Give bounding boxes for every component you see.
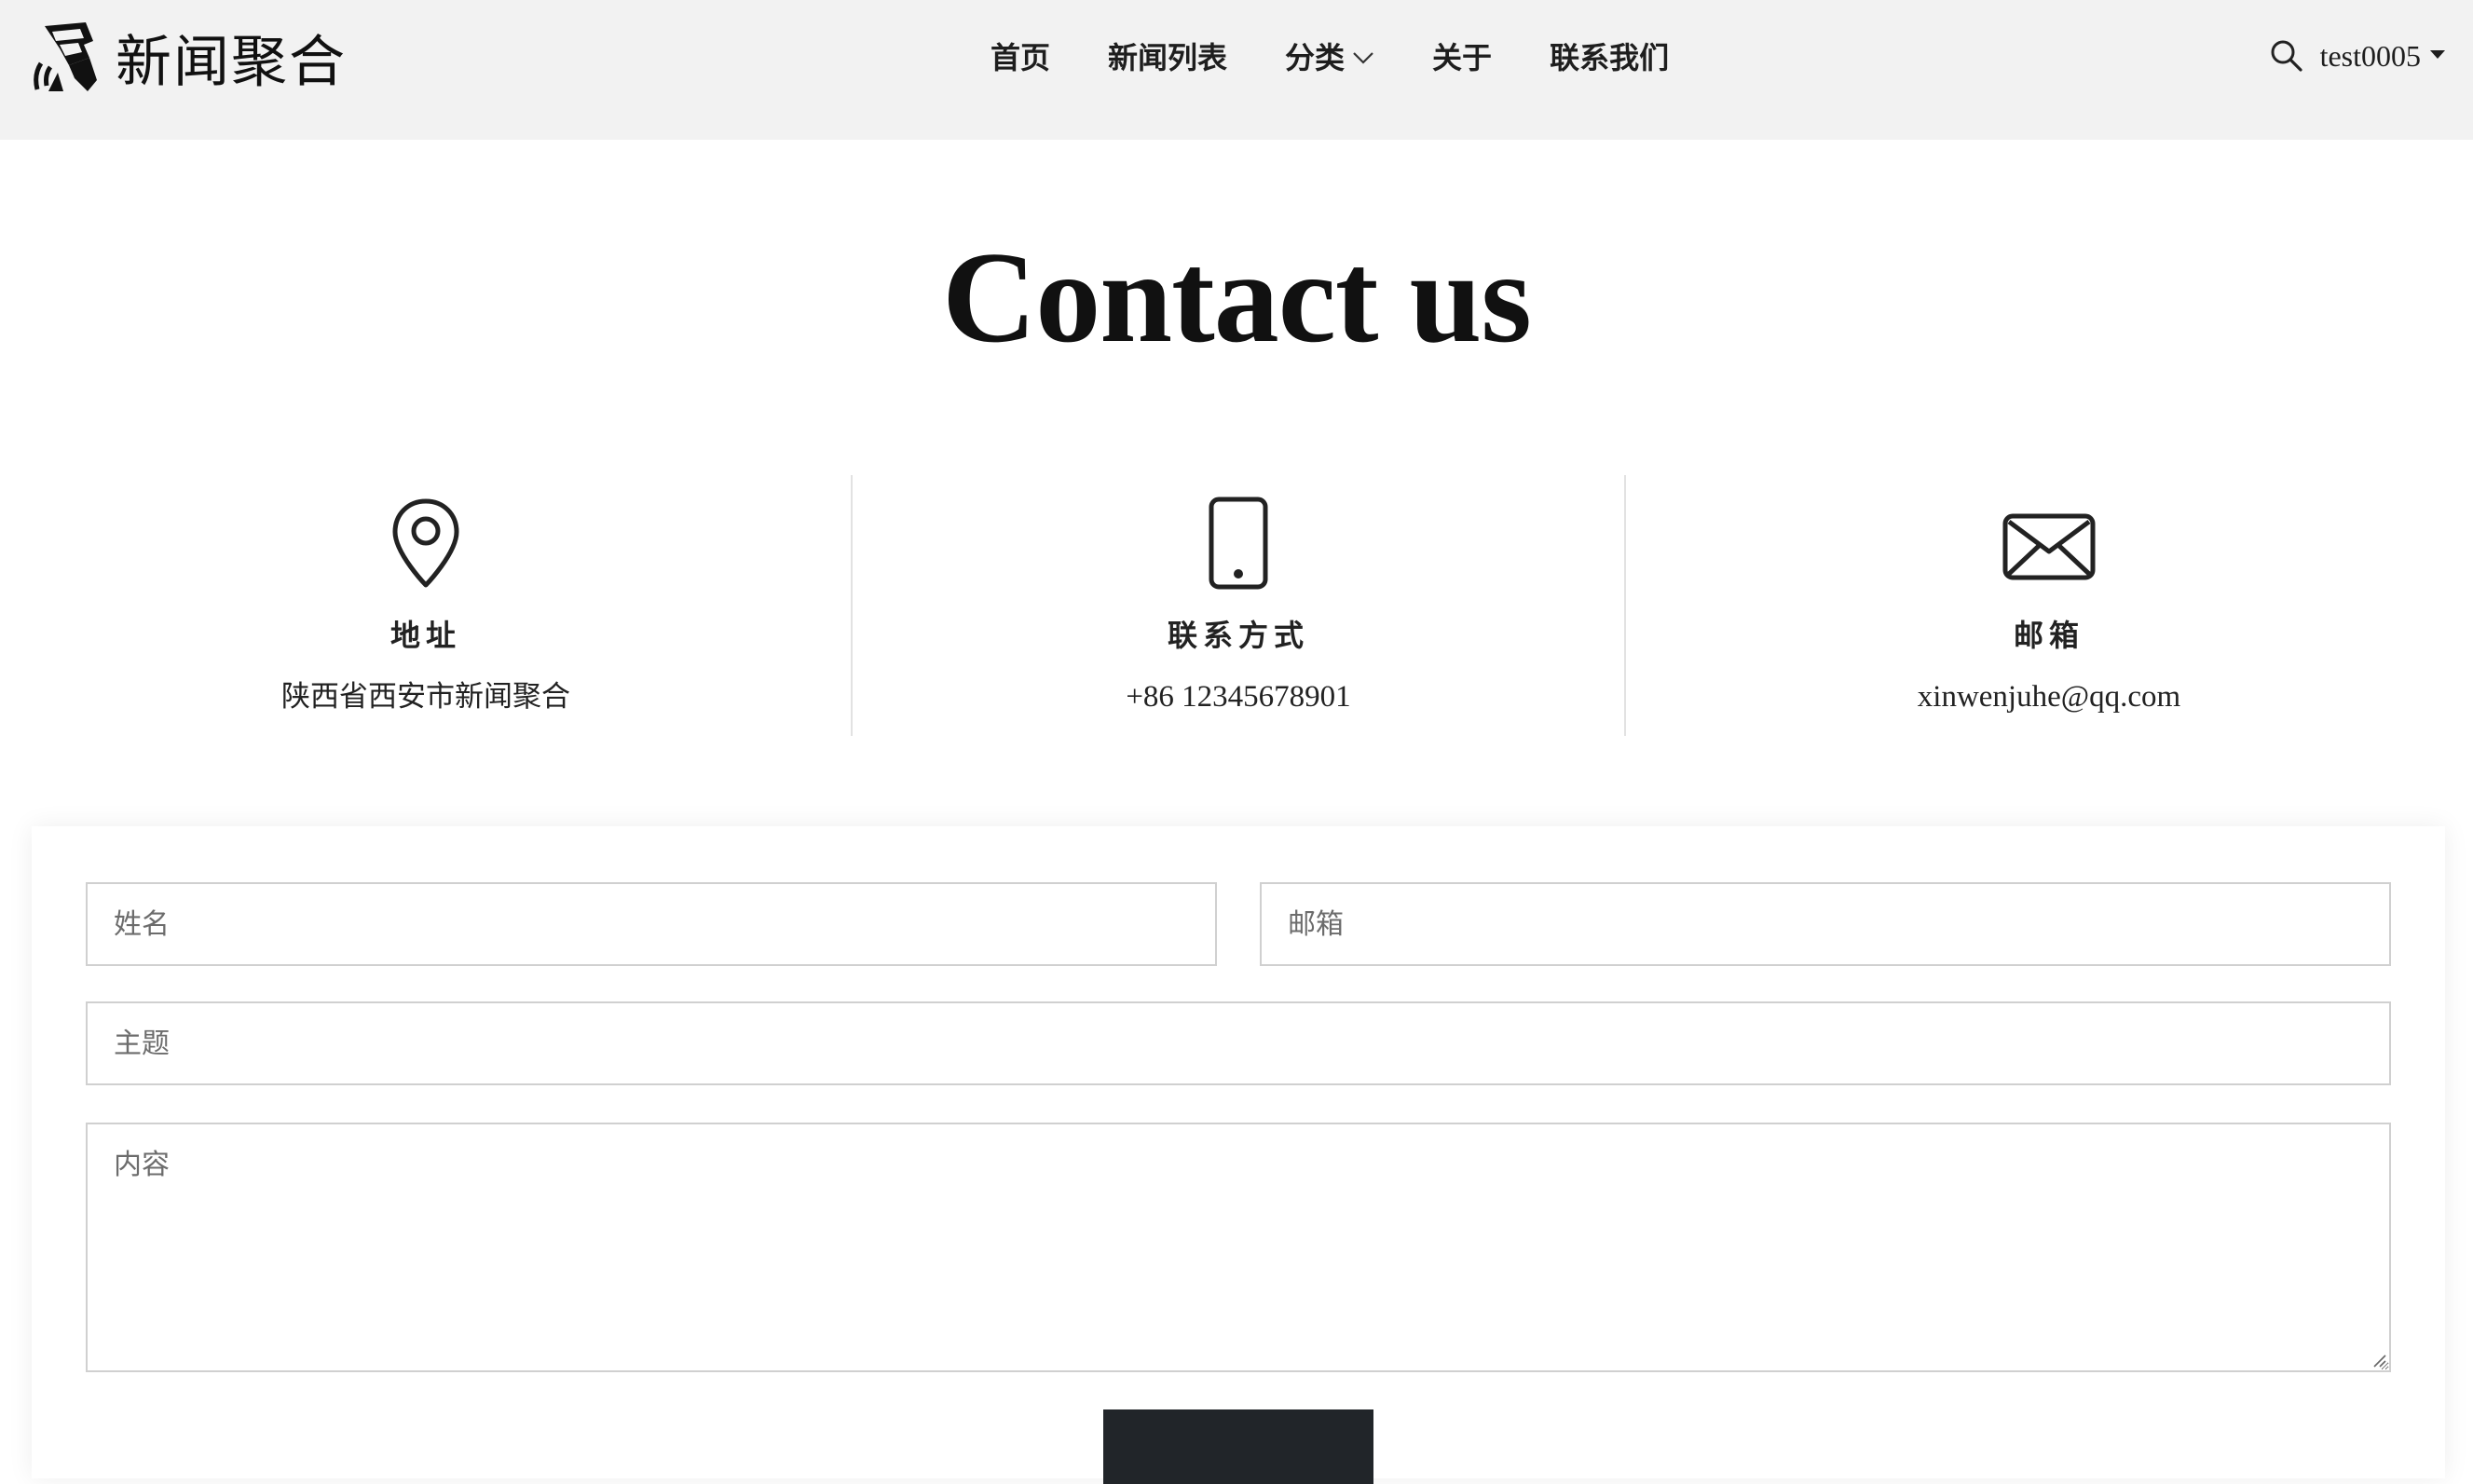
username: test0005 <box>2319 38 2421 73</box>
chevron-down-icon <box>1353 52 1373 64</box>
content-textarea[interactable] <box>86 1123 2391 1372</box>
contact-info: 地址 陕西省西安市新闻聚合 联系方式 +86 12345678901 邮箱 xi… <box>0 475 2473 736</box>
info-value: +86 12345678901 <box>1126 680 1351 714</box>
submit-button[interactable] <box>1103 1409 1373 1484</box>
brand-name: 新闻聚合 <box>116 30 347 95</box>
info-address: 地址 陕西省西安市新闻聚合 <box>0 475 852 736</box>
user-menu[interactable]: test0005 <box>2320 39 2445 74</box>
nav-item-category[interactable]: 分类 <box>1285 34 1374 77</box>
nav-item-home[interactable]: 首页 <box>991 34 1050 77</box>
resize-grip-icon[interactable] <box>2371 1352 2387 1368</box>
search-icon[interactable] <box>2268 37 2305 75</box>
info-email: 邮箱 xinwenjuhe@qq.com <box>1625 475 2473 736</box>
envelope-icon <box>2002 513 2096 580</box>
header-actions: test0005 <box>2268 32 2445 80</box>
smartphone-icon <box>1209 497 1268 590</box>
site-header: 新闻聚合 首页 新闻列表 分类 关于 联系我们 test0005 <box>0 0 2473 140</box>
info-phone: 联系方式 +86 12345678901 <box>852 475 1625 736</box>
brand[interactable]: 新闻聚合 <box>32 17 347 98</box>
nav-item-label: 首页 <box>991 40 1051 75</box>
main-nav: 首页 新闻列表 分类 关于 联系我们 <box>991 28 1669 84</box>
info-value: 陕西省西安市新闻聚合 <box>281 680 570 714</box>
info-label: 邮箱 <box>2013 618 2084 653</box>
info-value: xinwenjuhe@qq.com <box>1917 680 2181 714</box>
email-input[interactable] <box>1260 882 2391 966</box>
info-label: 联系方式 <box>1167 618 1309 653</box>
nav-item-label: 关于 <box>1432 40 1493 75</box>
nav-item-news-list[interactable]: 新闻列表 <box>1108 34 1227 77</box>
page-title: Contact us <box>942 225 1532 370</box>
map-pin-icon <box>392 498 459 588</box>
nav-item-label: 联系我们 <box>1550 40 1670 75</box>
nav-item-label: 分类 <box>1285 40 1346 75</box>
name-input[interactable] <box>86 882 1217 966</box>
newspaper-logo-icon <box>34 21 97 91</box>
nav-item-about[interactable]: 关于 <box>1432 34 1492 77</box>
subject-input[interactable] <box>86 1001 2391 1085</box>
contact-form <box>32 826 2445 1484</box>
info-label: 地址 <box>389 618 461 653</box>
nav-item-contact[interactable]: 联系我们 <box>1550 34 1669 77</box>
nav-item-label: 新闻列表 <box>1108 40 1228 75</box>
caret-down-icon <box>2430 49 2445 59</box>
